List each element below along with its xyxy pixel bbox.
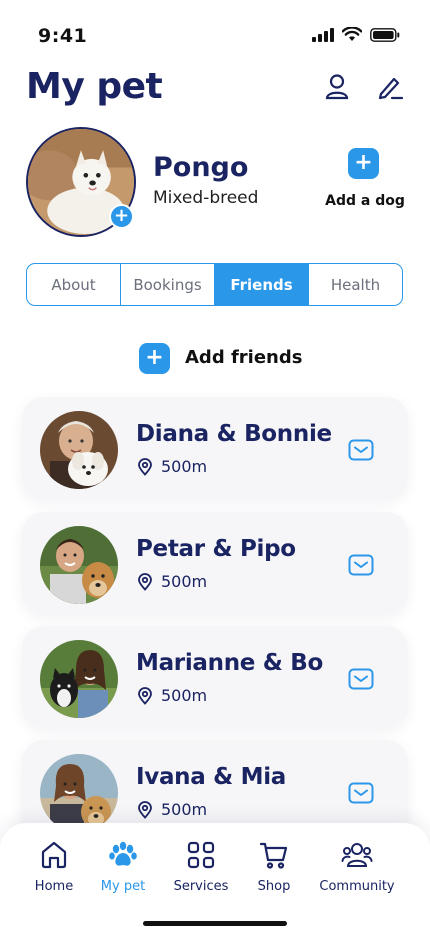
friend-card[interactable]: Marianne & Bo 500m — [22, 626, 408, 728]
friend-name: Diana & Bonnie — [136, 421, 332, 447]
friend-avatar — [40, 640, 118, 718]
friend-distance: 500m — [136, 800, 207, 819]
friend-avatar — [40, 754, 118, 832]
signal-icon — [312, 27, 334, 42]
add-dog-button[interactable]: + — [348, 148, 379, 179]
nav-label: My pet — [100, 879, 146, 894]
nav-community[interactable]: Community — [312, 839, 402, 894]
pet-name: Pongo — [153, 152, 249, 183]
friend-distance: 500m — [136, 457, 207, 476]
friend-name: Ivana & Mia — [136, 764, 287, 790]
add-friends-label[interactable]: Add friends — [185, 347, 302, 368]
battery-icon — [370, 27, 400, 42]
add-dog-label[interactable]: Add a dog — [320, 193, 410, 209]
status-icons — [312, 27, 400, 42]
page-title: My pet — [26, 66, 163, 107]
tab-friends[interactable]: Friends — [215, 264, 309, 305]
grid-icon — [187, 841, 215, 869]
nav-label: Community — [319, 879, 395, 894]
friend-avatar — [40, 411, 118, 489]
nav-label: Home — [34, 879, 74, 894]
add-pet-photo-button[interactable]: + — [109, 204, 134, 229]
edit-icon[interactable] — [375, 72, 405, 102]
nav-my-pet[interactable]: My pet — [78, 839, 168, 894]
location-icon — [138, 572, 152, 591]
paw-icon — [109, 841, 137, 866]
add-friends-button[interactable]: + — [139, 343, 170, 374]
friend-distance-value: 500m — [161, 572, 208, 591]
friend-distance: 500m — [136, 572, 207, 591]
nav-label: Shop — [257, 879, 291, 894]
message-icon[interactable] — [348, 668, 374, 690]
friend-card[interactable]: Diana & Bonnie 500m — [22, 397, 408, 499]
nav-shop[interactable]: Shop — [229, 839, 319, 894]
home-icon — [41, 841, 67, 869]
friend-distance-value: 500m — [161, 457, 208, 476]
location-icon — [138, 686, 152, 705]
message-icon[interactable] — [348, 554, 374, 576]
tab-health[interactable]: Health — [309, 264, 402, 305]
friend-distance-value: 500m — [161, 686, 208, 705]
message-icon[interactable] — [348, 782, 374, 804]
tab-bookings[interactable]: Bookings — [121, 264, 215, 305]
friend-distance: 500m — [136, 686, 207, 705]
friend-distance-value: 500m — [161, 800, 208, 819]
profile-icon[interactable] — [322, 72, 352, 102]
pet-breed: Mixed-breed — [153, 188, 259, 208]
location-icon — [138, 800, 152, 819]
status-time: 9:41 — [38, 25, 88, 47]
status-bar: 9:41 — [0, 0, 430, 56]
home-indicator — [143, 921, 287, 926]
message-icon[interactable] — [348, 439, 374, 461]
cart-icon — [259, 842, 288, 869]
friend-card[interactable]: Petar & Pipo 500m — [22, 512, 408, 614]
friend-avatar — [40, 526, 118, 604]
friend-name: Petar & Pipo — [136, 536, 296, 562]
bottom-nav: Home My pet Services Shop Community — [0, 823, 430, 935]
tab-about[interactable]: About — [27, 264, 121, 305]
friend-name: Marianne & Bo — [136, 650, 324, 676]
wifi-icon — [342, 27, 362, 41]
tab-bar: About Bookings Friends Health — [26, 263, 403, 306]
location-icon — [138, 457, 152, 476]
nav-label: Services — [173, 879, 229, 894]
community-icon — [341, 843, 373, 867]
